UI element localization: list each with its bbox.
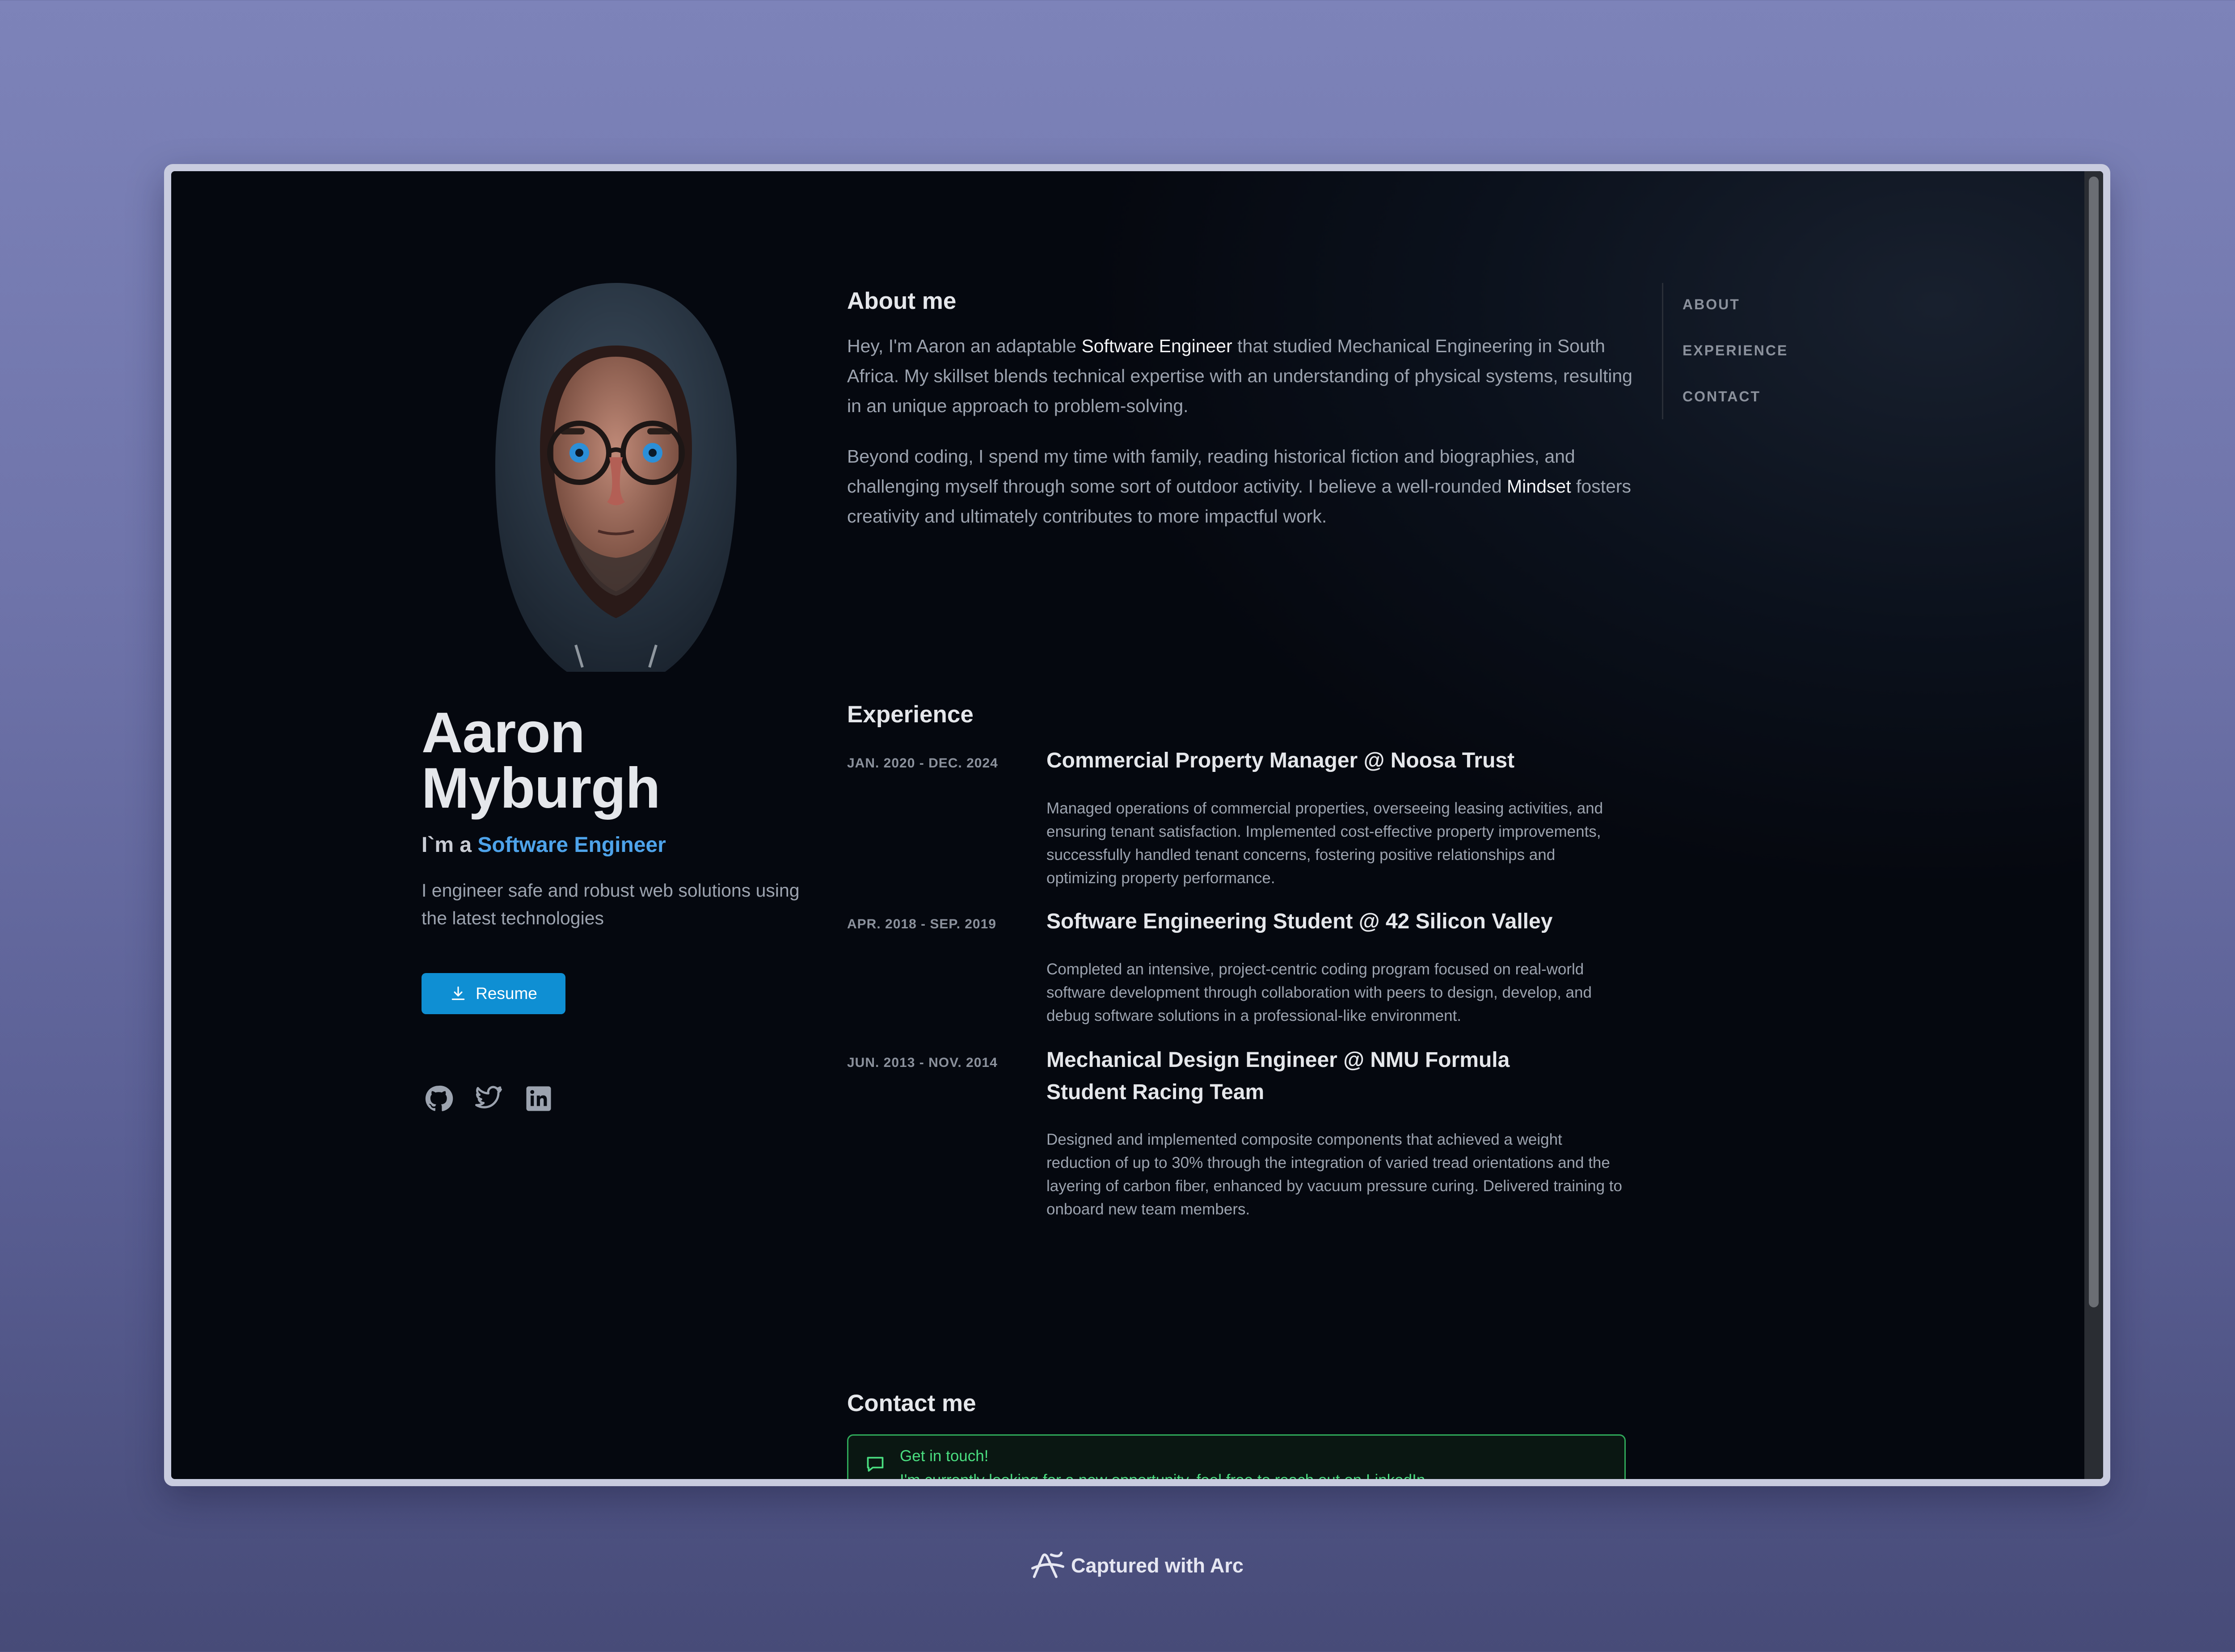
resume-label: Resume (476, 984, 537, 1003)
contact-card-message: I'm currently looking for a new opportun… (900, 1471, 1425, 1479)
capture-footer: Captured with Arc (1031, 1551, 1244, 1580)
experience-description: Completed an intensive, project-centric … (1046, 961, 1592, 1024)
tagline: I engineer safe and robust web solutions… (422, 880, 800, 928)
chat-icon (867, 1457, 884, 1472)
nav-about[interactable]: ABOUT (1683, 296, 1740, 313)
experience-title: Experience (847, 701, 974, 728)
twitter-icon[interactable] (474, 1084, 503, 1113)
about-title: About me (847, 288, 957, 314)
role-prefix: I`m a (422, 833, 472, 857)
footer-label: Captured with Arc (1071, 1554, 1244, 1577)
browser-window: Aaron Myburgh I`m a Software Engineer I … (164, 164, 2110, 1486)
contact-title: Contact me (847, 1390, 976, 1416)
about-text: Hey, I'm Aaron an adaptable (847, 336, 1082, 356)
last-name: Myburgh (422, 756, 660, 820)
section-nav: ABOUT EXPERIENCE CONTACT (1662, 283, 1833, 419)
github-icon[interactable] (424, 1084, 453, 1113)
linkedin-icon[interactable] (524, 1084, 553, 1113)
experience-title-text: Commercial Property Manager @ Noosa Trus… (1046, 749, 1515, 772)
about-highlight: Software Engineer (1081, 336, 1232, 356)
avatar (495, 283, 737, 672)
download-icon (451, 986, 465, 1000)
experience-dates: APR. 2018 - SEP. 2019 (847, 917, 996, 931)
first-name: Aaron (422, 701, 585, 765)
experience-title-text: Software Engineering Student @ 42 Silico… (1046, 910, 1553, 933)
role-title: Software Engineer (477, 833, 666, 857)
resume-button[interactable]: Resume (422, 973, 565, 1014)
about-text: Beyond coding, I spend my time with fami… (847, 446, 1575, 497)
experience-dates: JUN. 2013 - NOV. 2014 (847, 1055, 998, 1070)
role-line: I`m a Software Engineer (422, 833, 666, 857)
scrollbar-thumb[interactable] (2089, 177, 2099, 1307)
profile-name: Aaron Myburgh (422, 704, 660, 817)
experience-description: Designed and implemented composite compo… (1046, 1131, 1622, 1218)
nav-contact[interactable]: CONTACT (1683, 388, 1761, 405)
social-links (424, 1084, 553, 1113)
nav-experience[interactable]: EXPERIENCE (1683, 342, 1788, 359)
about-highlight: Mindset (1507, 476, 1571, 497)
experience-description: Managed operations of commercial propert… (1046, 800, 1603, 887)
arc-logo-icon (1031, 1551, 1065, 1578)
experience-title-text: Mechanical Design Engineer @ NMU Formula… (1046, 1048, 1510, 1104)
about-paragraph-2: Beyond coding, I spend my time with fami… (847, 442, 1634, 531)
contact-card-title: Get in touch! (900, 1447, 989, 1465)
page-viewport: Aaron Myburgh I`m a Software Engineer I … (171, 171, 2103, 1479)
contact-card[interactable]: Get in touch! I'm currently looking for … (847, 1434, 1626, 1479)
experience-dates: JAN. 2020 - DEC. 2024 (847, 756, 998, 771)
about-paragraph-1: Hey, I'm Aaron an adaptable Software Eng… (847, 331, 1634, 421)
scrollbar[interactable] (2084, 171, 2103, 1479)
